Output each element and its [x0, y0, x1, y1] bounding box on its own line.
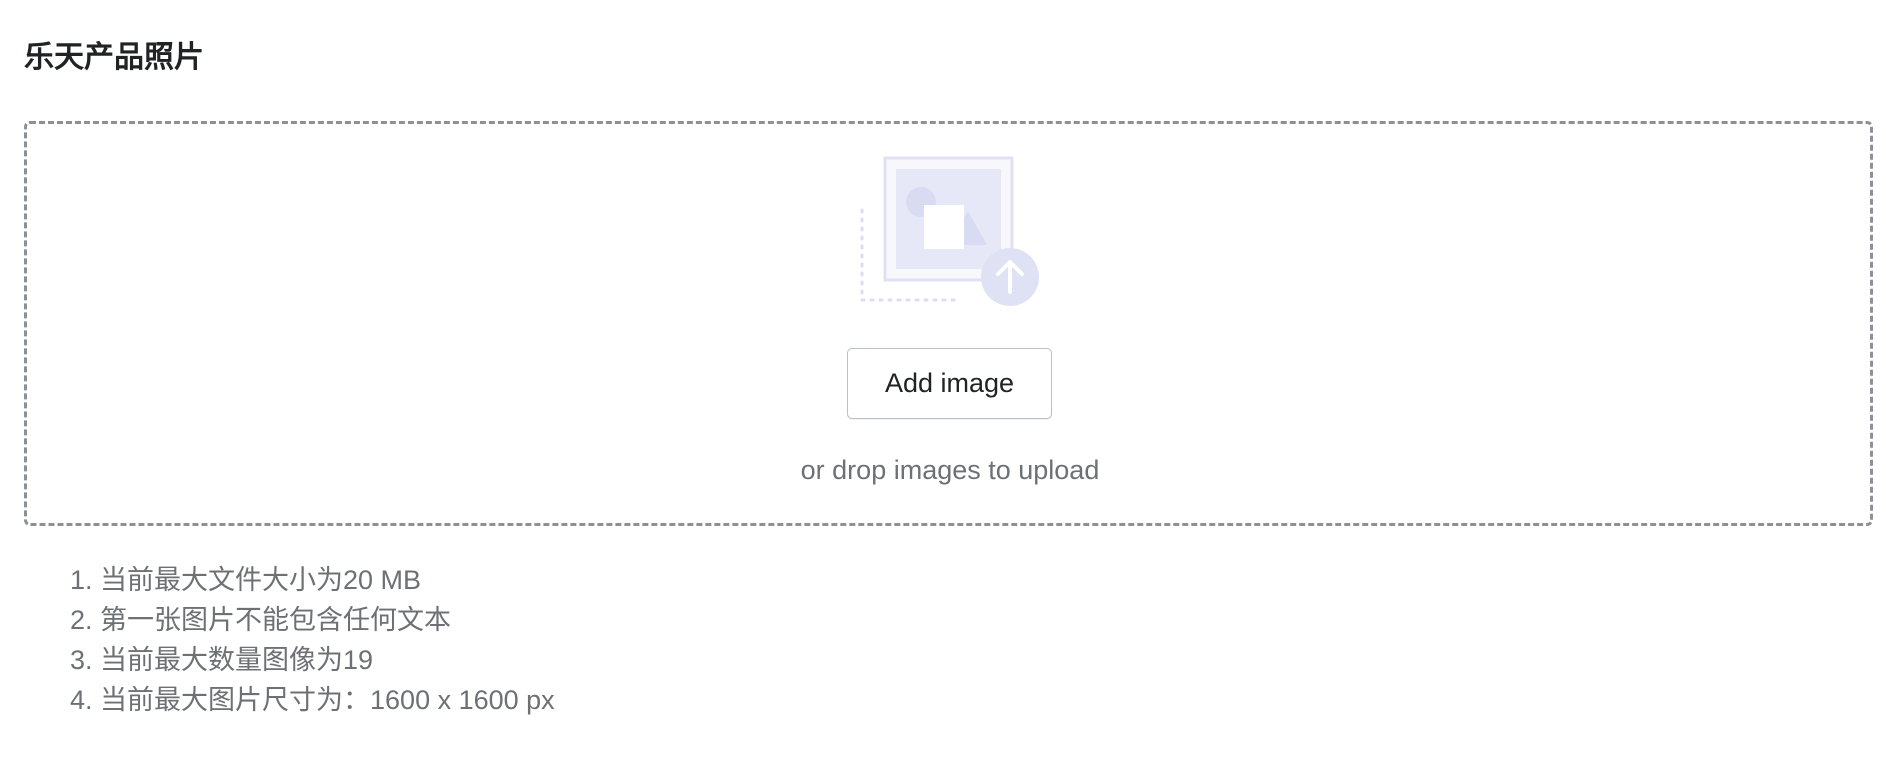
rule-item-max-dimensions: 4. 当前最大图片尺寸为：1600 x 1600 px	[70, 685, 555, 715]
drop-hint-text: or drop images to upload	[800, 455, 1100, 485]
rule-item-max-count: 3. 当前最大数量图像为19	[70, 645, 374, 675]
image-upload-illustration-icon	[860, 156, 1039, 306]
section-title: 乐天产品照片	[24, 41, 204, 74]
product-photos-page: 乐天产品照片 Add image or drop images to uploa…	[0, 0, 1886, 760]
rule-item-max-file-size: 1. 当前最大文件大小为20 MB	[70, 565, 422, 595]
rule-item-no-text: 2. 第一张图片不能包含任何文本	[70, 605, 452, 635]
add-image-button[interactable]: Add image	[847, 348, 1052, 419]
upload-rules-list: 1. 当前最大文件大小为20 MB 2. 第一张图片不能包含任何文本 3. 当前…	[70, 560, 555, 720]
